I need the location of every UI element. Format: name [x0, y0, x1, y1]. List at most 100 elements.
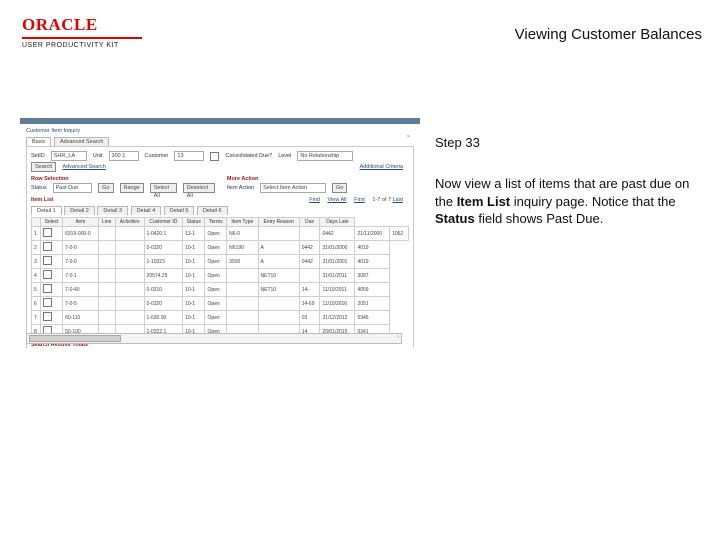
breadcrumb[interactable]: Customer Item Inquiry: [26, 128, 80, 134]
table-cell: [98, 269, 115, 283]
table-cell: A: [258, 241, 299, 255]
consolidated-due-checkbox[interactable]: [210, 152, 219, 161]
column-header[interactable]: Customer ID: [144, 218, 183, 227]
item-list-table: SelectItemLineActivitiesCustomer IDStatu…: [31, 217, 409, 339]
tab-detail5[interactable]: Detail 5: [164, 206, 195, 215]
scroll-thumb[interactable]: [29, 335, 121, 342]
table-row[interactable]: 37-0-01-1032310-1Open3500A044231/01/2001…: [32, 255, 409, 269]
brand-wordmark: ORACLE: [22, 15, 142, 35]
table-cell: 2: [32, 241, 41, 255]
column-header[interactable]: [32, 218, 41, 227]
tab-advanced[interactable]: Advanced Search: [54, 137, 109, 146]
first-link[interactable]: First: [354, 197, 365, 203]
table-cell: 0442: [299, 241, 320, 255]
table-cell: 7-0-5: [63, 297, 99, 311]
row-select-checkbox[interactable]: [43, 228, 52, 237]
horizontal-scrollbar[interactable]: ‹ ›: [26, 333, 402, 344]
column-header[interactable]: Select: [41, 218, 63, 227]
column-header[interactable]: Status: [183, 218, 205, 227]
tab-detail4[interactable]: Detail 4: [131, 206, 162, 215]
column-header[interactable]: Due: [299, 218, 320, 227]
row-select-checkbox[interactable]: [43, 242, 52, 251]
tab-detail2[interactable]: Detail 2: [64, 206, 95, 215]
deselect-all-button[interactable]: Deselect All: [183, 183, 215, 193]
level-select[interactable]: No Relationship: [297, 151, 353, 161]
table-cell: 4: [32, 269, 41, 283]
view-all-link[interactable]: View All: [327, 197, 346, 203]
setid-input[interactable]: SHR_LA: [51, 151, 87, 161]
grid-nav: Find View All First 1-7 of 7 Last: [309, 197, 409, 203]
table-cell: [227, 269, 258, 283]
advanced-search-link[interactable]: Advanced Search: [62, 164, 105, 170]
item-list-heading: Item List: [31, 197, 54, 203]
status-label: Status: [31, 185, 47, 191]
table-cell: 7-0-40: [63, 283, 99, 297]
table-cell: [258, 227, 299, 241]
row-select-checkbox[interactable]: [43, 284, 52, 293]
table-cell: [227, 297, 258, 311]
column-header[interactable]: Entry Reason: [258, 218, 299, 227]
table-cell: 10-1: [183, 283, 205, 297]
scroll-right-icon[interactable]: ›: [394, 334, 402, 341]
table-cell: [98, 297, 115, 311]
column-header[interactable]: Item: [63, 218, 99, 227]
table-cell: 3500: [227, 255, 258, 269]
table-cell: [258, 297, 299, 311]
table-cell: [115, 311, 144, 325]
table-cell: 14-69: [299, 297, 320, 311]
row-select-checkbox[interactable]: [43, 312, 52, 321]
close-icon[interactable]: ×: [407, 134, 410, 140]
table-row[interactable]: 67-0-50-032010-1Open14-6911/10/20162051: [32, 297, 409, 311]
column-header[interactable]: Days Late: [320, 218, 355, 227]
instruction-text: Now view a list of items that are past d…: [435, 175, 705, 228]
table-cell: 10-1: [183, 255, 205, 269]
unit-label: Unit: [93, 153, 103, 159]
table-cell: 1-630.00: [144, 311, 183, 325]
table-cell: 4019: [355, 255, 390, 269]
search-button[interactable]: Search: [31, 162, 56, 172]
unit-input[interactable]: 300 1: [109, 151, 139, 161]
column-header[interactable]: Item Type: [227, 218, 258, 227]
column-header[interactable]: Activities: [115, 218, 144, 227]
table-row[interactable]: 27-0-00-032010-1OpenN6190A044231/01/2000…: [32, 241, 409, 255]
table-cell: 7-0-0: [63, 241, 99, 255]
app-screenshot: Customer Item Inquiry × Basic Advanced S…: [20, 118, 420, 350]
table-cell: 03: [299, 311, 320, 325]
status-select[interactable]: Past Due: [53, 183, 93, 193]
table-cell: 21/11/2000: [355, 227, 390, 241]
tab-detail6[interactable]: Detail 6: [197, 206, 228, 215]
table-row[interactable]: 57-0-400-031010-1OpenNET1014-11/10/20114…: [32, 283, 409, 297]
select-all-button[interactable]: Select All: [150, 183, 177, 193]
row-select-checkbox[interactable]: [43, 298, 52, 307]
tab-detail1[interactable]: Detail 1: [31, 206, 62, 215]
rowsel-go-button[interactable]: Go: [98, 183, 113, 193]
table-cell: [41, 255, 63, 269]
table-cell: [115, 283, 144, 297]
table-cell: [41, 227, 63, 241]
row-select-checkbox[interactable]: [43, 270, 52, 279]
range-button[interactable]: Range: [120, 183, 144, 193]
additional-criteria-link[interactable]: Additional Criteria: [360, 164, 403, 170]
table-cell: [41, 283, 63, 297]
row-select-checkbox[interactable]: [43, 256, 52, 265]
table-cell: 2051: [355, 297, 390, 311]
column-header[interactable]: Terms: [205, 218, 227, 227]
tab-basic[interactable]: Basic: [26, 137, 51, 146]
find-link[interactable]: Find: [309, 197, 320, 203]
table-row[interactable]: 760-1101-630.0010-1Open0331/12/20120346: [32, 311, 409, 325]
item-action-select[interactable]: Select Item Action: [260, 183, 326, 193]
moreaction-go-button[interactable]: Go: [332, 183, 347, 193]
column-header[interactable]: Line: [98, 218, 115, 227]
table-cell: Open: [205, 241, 227, 255]
table-cell: A: [258, 255, 299, 269]
table-cell: [115, 241, 144, 255]
table-cell: 11/10/2011: [320, 283, 355, 297]
customer-input[interactable]: 13: [174, 151, 204, 161]
page-title: Viewing Customer Balances: [515, 26, 702, 43]
tab-detail3[interactable]: Detail 3: [97, 206, 128, 215]
table-cell: 0-0320: [144, 297, 183, 311]
table-cell: [41, 241, 63, 255]
table-row[interactable]: 47-0-120574.2510-1OpenNET1031/01/2011308…: [32, 269, 409, 283]
last-link[interactable]: Last: [393, 197, 403, 203]
table-row[interactable]: 16919-000-01-0420.113-1OpenN6-0044221/11…: [32, 227, 409, 241]
